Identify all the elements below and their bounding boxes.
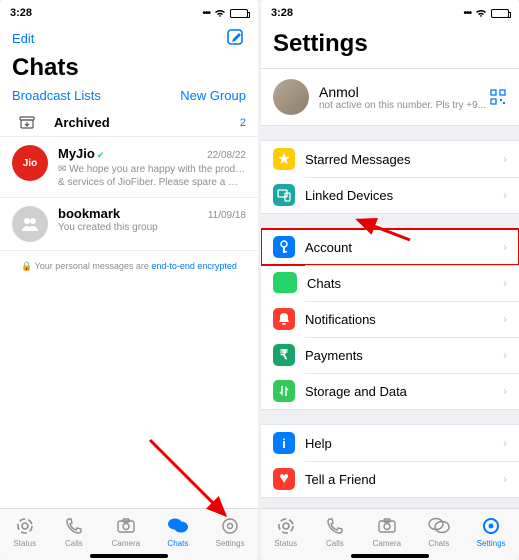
tab-bar: Status Calls Camera Chats Settings [0,508,258,560]
chat-icon [273,272,297,294]
new-group-link[interactable]: New Group [180,88,246,103]
chats-icon [428,515,450,537]
status-icon [14,515,36,537]
e2e-link[interactable]: end-to-end encrypted [151,261,237,271]
key-icon [273,236,295,258]
chevron-icon: › [503,348,507,362]
devices-icon [273,184,295,206]
chat-name: MyJio [58,146,95,161]
chats-screen: 3:28 ••• Edit Chats Broadcast Lists New … [0,0,258,560]
camera-icon [376,515,398,537]
row-payments[interactable]: ₹ Payments › [261,337,519,373]
star-icon: ★ [273,148,295,170]
arrows-icon [273,380,295,402]
status-bar: 3:28 ••• [0,0,258,22]
camera-icon [115,515,137,537]
home-indicator [90,554,168,558]
broadcast-lists-link[interactable]: Broadcast Lists [12,88,101,103]
status-time: 3:28 [271,7,293,19]
tab-chats[interactable]: Chats [167,515,189,548]
heart-icon: ♥ [273,468,295,490]
profile-subtitle: not active on this number. Pls try +9... [319,100,489,111]
verified-icon: ✔ [97,150,105,160]
chevron-icon: › [503,188,507,202]
chevron-icon: › [503,240,507,254]
phone-icon [63,515,85,537]
status-bar: 3:28 ••• [261,0,519,22]
rupee-icon: ₹ [273,344,295,366]
gear-icon [219,515,241,537]
qr-icon[interactable] [489,88,507,106]
signal-icon: ••• [463,8,471,19]
chevron-icon: › [503,472,507,486]
chevron-icon: › [503,312,507,326]
chat-row-myjio[interactable]: Jio MyJio✔ 22/08/22 ✉ We hope you are ha… [0,137,258,198]
row-help[interactable]: i Help › [261,425,519,461]
chat-date: 11/09/18 [208,210,246,221]
avatar [12,206,48,242]
chats-icon [167,515,189,537]
avatar: Jio [12,145,48,181]
profile-row[interactable]: Anmol not active on this number. Pls try… [261,68,519,126]
tab-camera[interactable]: Camera [373,515,401,548]
tab-calls[interactable]: Calls [324,515,346,548]
home-indicator [351,554,429,558]
gear-icon [480,515,502,537]
nav-bar: Edit [0,22,258,52]
row-linked-devices[interactable]: Linked Devices › [261,177,519,213]
tab-settings[interactable]: Settings [216,515,245,548]
tab-chats[interactable]: Chats [428,515,450,548]
chat-date: 22/08/22 [207,150,246,161]
tab-bar: Status Calls Camera Chats Settings [261,508,519,560]
tab-status[interactable]: Status [13,515,36,548]
chevron-icon: › [503,384,507,398]
chat-row-bookmark[interactable]: bookmark 11/09/18 You created this group [0,198,258,251]
row-starred[interactable]: ★ Starred Messages › [261,141,519,177]
bell-icon [273,308,295,330]
tab-camera[interactable]: Camera [112,515,140,548]
compose-icon[interactable] [226,28,246,48]
chevron-icon: › [503,152,507,166]
chat-name: bookmark [58,206,120,221]
chat-preview: You created this group [58,221,246,234]
row-tell-friend[interactable]: ♥ Tell a Friend › [261,461,519,497]
row-account[interactable]: Account › [261,229,519,265]
status-right: ••• [463,8,509,19]
tab-status[interactable]: Status [274,515,297,548]
avatar [273,79,309,115]
signal-icon: ••• [202,8,210,19]
profile-name: Anmol [319,84,489,100]
chat-preview: ✉ We hope you are happy with the product… [58,163,246,176]
status-right: ••• [202,8,248,19]
status-time: 3:28 [10,7,32,19]
chevron-icon: › [503,276,507,290]
row-chats[interactable]: Chats › [261,265,519,301]
wifi-icon [475,9,487,18]
archived-count: 2 [240,117,246,129]
wifi-icon [214,9,226,18]
edit-button[interactable]: Edit [12,31,34,46]
chevron-icon: › [503,436,507,450]
archive-icon [18,116,36,130]
tab-calls[interactable]: Calls [63,515,85,548]
page-title: Chats [0,52,258,88]
settings-screen: 3:28 ••• Settings Anmol not active on th… [261,0,519,560]
info-icon: i [273,432,295,454]
chat-preview: & services of JioFiber. Please spare a m… [58,176,246,189]
battery-icon [491,9,509,18]
row-storage[interactable]: Storage and Data › [261,373,519,409]
row-notifications[interactable]: Notifications › [261,301,519,337]
phone-icon [324,515,346,537]
archived-label: Archived [54,115,240,130]
tab-settings[interactable]: Settings [477,515,506,548]
battery-icon [230,9,248,18]
page-title: Settings [261,22,519,68]
archived-row[interactable]: Archived 2 [0,109,258,137]
status-icon [275,515,297,537]
encryption-note: 🔒 Your personal messages are end-to-end … [0,251,258,282]
